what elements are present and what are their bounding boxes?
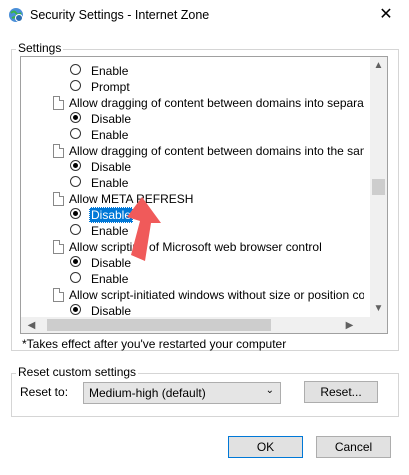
annotation-arrow-icon (127, 197, 161, 261)
option-label[interactable]: Disable (89, 111, 133, 127)
scroll-down-icon[interactable]: ▼ (370, 300, 387, 317)
radio-button[interactable] (70, 80, 81, 91)
setting-label: Allow dragging of content between domain… (69, 144, 364, 158)
option-row[interactable]: Enable (21, 127, 364, 143)
settings-group-label: Settings (16, 41, 64, 55)
ok-button[interactable]: OK (228, 436, 303, 458)
option-row[interactable]: Disable (21, 159, 364, 175)
restart-footnote: *Takes effect after you've restarted you… (22, 337, 287, 351)
setting-row[interactable]: Allow script-initiated windows without s… (21, 287, 364, 303)
radio-button[interactable] (70, 128, 81, 139)
radio-button-checked[interactable] (70, 304, 81, 315)
radio-button[interactable] (70, 224, 81, 235)
option-label[interactable]: Disable (89, 303, 133, 317)
setting-page-icon (53, 288, 64, 302)
option-label[interactable]: Enable (89, 127, 130, 143)
cancel-button[interactable]: Cancel (316, 436, 391, 458)
option-label[interactable]: Enable (89, 175, 130, 191)
scrollbar-corner (370, 317, 387, 333)
option-row[interactable]: Disable (21, 207, 364, 223)
setting-label: Allow dragging of content between domain… (69, 96, 364, 110)
setting-page-icon (53, 96, 64, 110)
option-label[interactable]: Enable (89, 271, 130, 287)
option-row[interactable]: Disable (21, 303, 364, 317)
reset-level-value: Medium-high (default) (89, 386, 206, 400)
setting-page-icon (53, 192, 64, 206)
option-row[interactable]: Prompt (21, 79, 364, 95)
settings-list-content: Enable Prompt Allow dragging of content be… (21, 57, 364, 317)
setting-row[interactable]: Allow dragging of content between domain… (21, 143, 364, 159)
scroll-left-icon[interactable]: ◀ (23, 317, 40, 333)
option-label[interactable]: Disable (89, 159, 133, 175)
reset-level-select[interactable]: Medium-high (default) ⌄ (83, 382, 281, 404)
option-row[interactable]: Enable (21, 271, 364, 287)
setting-label: Allow scripting of Microsoft web browser… (69, 240, 322, 254)
chevron-down-icon: ⌄ (265, 385, 274, 396)
radio-button-checked[interactable] (70, 160, 81, 171)
radio-button[interactable] (70, 272, 81, 283)
title-bar: Security Settings - Internet Zone ✕ (0, 0, 409, 30)
reset-group-label: Reset custom settings (16, 365, 139, 379)
option-row[interactable]: Enable (21, 175, 364, 191)
vertical-scrollbar[interactable]: ▲ ▼ (370, 57, 387, 317)
radio-button[interactable] (70, 64, 81, 75)
setting-page-icon (53, 240, 64, 254)
radio-button-checked[interactable] (70, 208, 81, 219)
horizontal-scrollbar[interactable]: ◀ ▶ (21, 317, 370, 333)
setting-page-icon (53, 144, 64, 158)
scroll-right-icon[interactable]: ▶ (341, 317, 358, 333)
security-settings-list[interactable]: Enable Prompt Allow dragging of content be… (20, 56, 388, 334)
window-title: Security Settings - Internet Zone (30, 8, 210, 22)
option-row[interactable]: Disable (21, 111, 364, 127)
option-row[interactable]: Enable (21, 63, 364, 79)
reset-to-label: Reset to: (20, 385, 69, 399)
option-row[interactable]: Enable (21, 223, 364, 239)
option-row[interactable]: Disable (21, 255, 364, 271)
horizontal-scroll-thumb[interactable] (47, 319, 271, 331)
radio-button-checked[interactable] (70, 256, 81, 267)
radio-button-checked[interactable] (70, 112, 81, 123)
scroll-up-icon[interactable]: ▲ (370, 57, 387, 74)
radio-button[interactable] (70, 176, 81, 187)
close-button[interactable]: ✕ (363, 0, 409, 30)
setting-row[interactable]: Allow dragging of content between domain… (21, 95, 364, 111)
reset-button[interactable]: Reset... (304, 381, 378, 403)
option-label[interactable]: Prompt (89, 79, 132, 95)
vertical-scroll-thumb[interactable] (372, 179, 385, 195)
option-label[interactable]: Enable (89, 63, 130, 79)
setting-row[interactable]: Allow scripting of Microsoft web browser… (21, 239, 364, 255)
close-icon: ✕ (379, 6, 393, 23)
setting-row[interactable]: Allow META REFRESH (21, 191, 364, 207)
internet-globe-icon (9, 8, 23, 22)
setting-label: Allow script-initiated windows without s… (69, 288, 364, 302)
